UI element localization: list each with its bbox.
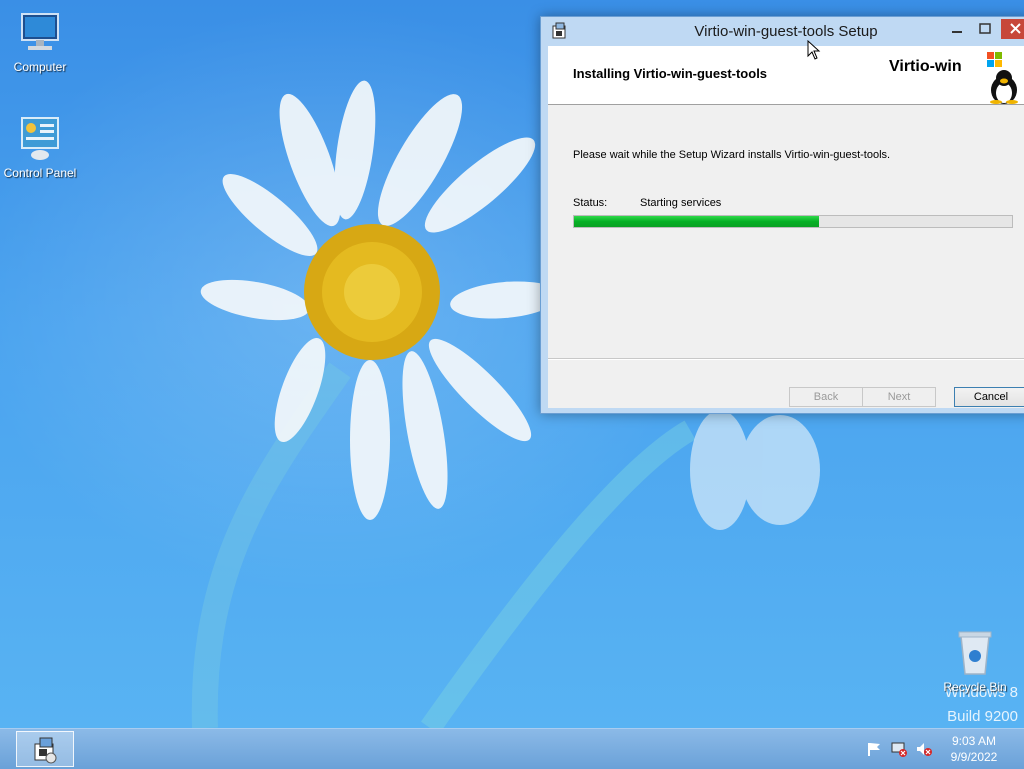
taskbar: 9:03 AM 9/9/2022: [0, 728, 1024, 769]
tux-penguin-icon: [980, 66, 1024, 108]
desktop-icon-control-panel[interactable]: Control Panel: [0, 116, 80, 180]
next-button[interactable]: Next: [862, 387, 936, 407]
desktop-icon-recycle-bin[interactable]: Recycle Bin: [935, 630, 1015, 694]
desktop-icon-computer[interactable]: Computer: [0, 10, 80, 74]
control-panel-icon: [16, 116, 64, 162]
back-button[interactable]: Back: [789, 387, 863, 407]
dialog-content: Installing Virtio-win-guest-tools Virtio…: [548, 46, 1024, 408]
clock-date: 9/9/2022: [950, 750, 998, 764]
brand-name: Virtio-win: [889, 58, 962, 75]
desktop-icon-label: Computer: [13, 60, 67, 74]
status-value: Starting services: [640, 197, 722, 209]
mouse-cursor-icon: [807, 39, 821, 64]
title-bar[interactable]: Virtio-win-guest-tools Setup: [541, 17, 1024, 46]
install-message: Please wait while the Setup Wizard insta…: [573, 149, 891, 161]
computer-icon: [16, 10, 64, 56]
button-area-divider: [548, 358, 1024, 360]
banner: Installing Virtio-win-guest-tools Virtio…: [548, 46, 1024, 105]
maximize-button[interactable]: [973, 19, 997, 39]
cancel-button[interactable]: Cancel: [954, 387, 1024, 407]
installer-icon: [31, 736, 61, 768]
progress-bar: [573, 215, 1013, 228]
network-disconnected-icon[interactable]: [891, 741, 907, 757]
close-button[interactable]: [1001, 19, 1024, 39]
desktop-icon-label: Recycle Bin: [943, 680, 1007, 694]
recycle-bin-icon: [951, 630, 999, 676]
windows-watermark-line2: Build 9200: [947, 708, 1018, 725]
desktop-icon-label: Control Panel: [3, 166, 77, 180]
taskbar-item-setup[interactable]: [16, 731, 74, 767]
desktop[interactable]: Computer Control Panel Windows 8 Build 9…: [0, 0, 1024, 728]
clock-time: 9:03 AM: [951, 734, 997, 748]
close-icon: [1010, 23, 1021, 34]
action-center-flag-icon[interactable]: [866, 741, 882, 757]
minimize-button[interactable]: [945, 19, 969, 39]
taskbar-clock[interactable]: 9:03 AM 9/9/2022: [944, 733, 1004, 765]
volume-muted-icon[interactable]: [916, 741, 932, 757]
progress-bar-fill: [574, 216, 820, 227]
setup-window[interactable]: Virtio-win-guest-tools Setup Installing …: [540, 16, 1024, 414]
page-title: Installing Virtio-win-guest-tools: [573, 66, 768, 81]
status-label: Status:: [573, 197, 608, 209]
